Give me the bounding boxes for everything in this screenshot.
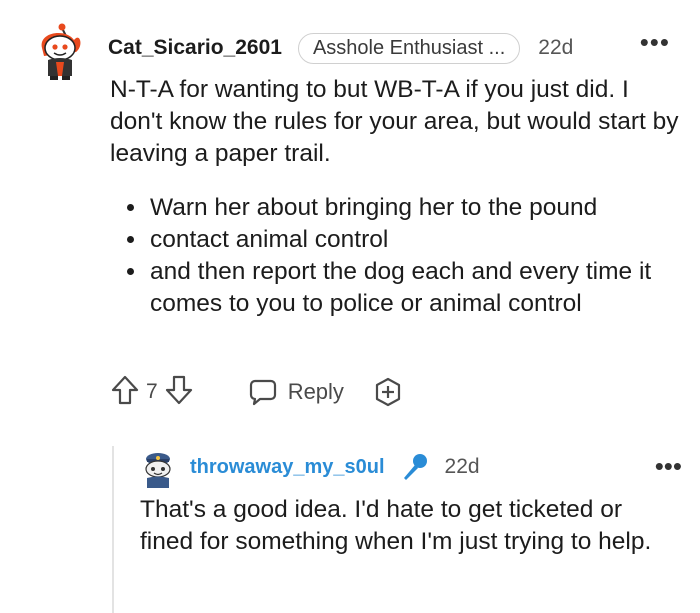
comment-actions: 7 Reply xyxy=(110,374,404,410)
thread-line[interactable] xyxy=(112,446,114,613)
user-flair: Asshole Enthusiast ... xyxy=(297,32,521,64)
award-icon[interactable] xyxy=(372,376,404,408)
reply-header: throwaway_my_s0ul 22d xyxy=(190,450,680,484)
reply-avatar-icon[interactable] xyxy=(138,448,178,488)
microphone-icon xyxy=(399,451,431,483)
comment-bullet-list: Warn her about bringing her to the pound… xyxy=(110,192,685,320)
comment-timestamp[interactable]: 22d xyxy=(538,36,573,60)
more-options-icon[interactable]: ••• xyxy=(655,453,682,479)
commenter-username[interactable]: Cat_Sicario_2601 xyxy=(108,36,282,60)
reply-body: That's a good idea. I'd hate to get tick… xyxy=(140,494,680,558)
reply-text: That's a good idea. I'd hate to get tick… xyxy=(140,496,652,555)
more-options-icon[interactable]: ••• xyxy=(640,29,670,55)
comment-paragraph: N-T-A for wanting to but WB-T-A if you j… xyxy=(110,76,679,167)
list-item: Warn her about bringing her to the pound xyxy=(148,192,685,224)
comment-header: Cat_Sicario_2601 Asshole Enthusiast ... … xyxy=(108,28,688,68)
list-item: contact animal control xyxy=(148,224,685,256)
commenter-avatar-icon[interactable] xyxy=(36,22,84,82)
vote-count: 7 xyxy=(146,380,158,403)
comment-body: N-T-A for wanting to but WB-T-A if you j… xyxy=(110,74,685,320)
reply-label: Reply xyxy=(287,379,344,404)
reply-timestamp[interactable]: 22d xyxy=(445,455,480,479)
reply-button[interactable]: Reply xyxy=(248,377,344,407)
downvote-icon[interactable] xyxy=(164,374,194,411)
reply-username[interactable]: throwaway_my_s0ul xyxy=(190,456,385,479)
chat-bubble-icon xyxy=(249,379,276,406)
upvote-icon[interactable] xyxy=(110,374,140,411)
list-item: and then report the dog each and every t… xyxy=(148,256,685,320)
